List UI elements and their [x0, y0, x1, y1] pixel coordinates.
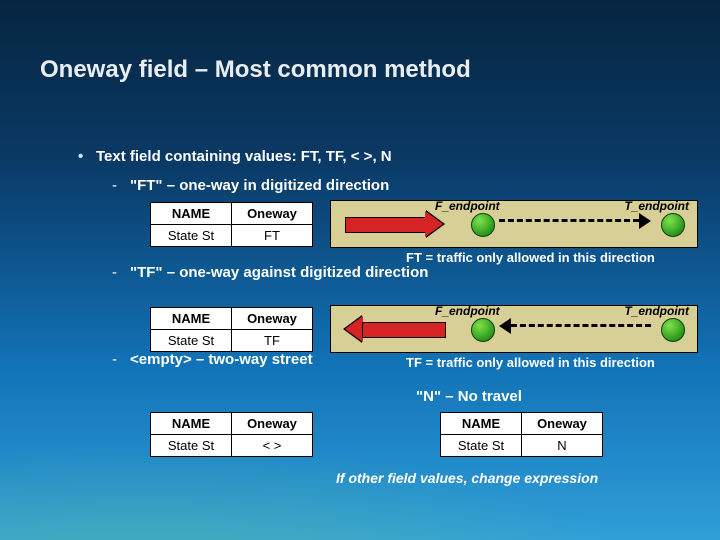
road-segment	[362, 322, 446, 338]
label-t-endpoint: T_endpoint	[624, 199, 689, 213]
table-n: NAME Oneway State St N	[440, 412, 603, 457]
diagram-tf: F_endpoint T_endpoint	[330, 305, 698, 353]
sub-bullet-tf: -"TF" – one-way against digitized direct…	[112, 264, 696, 281]
table-ft: NAME Oneway State St FT	[150, 202, 313, 247]
node-to	[661, 318, 685, 342]
triangle-left-icon	[499, 318, 511, 334]
note-tf: TF = traffic only allowed in this direct…	[406, 356, 696, 371]
main-bullet: •Text field containing values: FT, TF, <…	[78, 148, 696, 165]
sub-bullet-ft: -"FT" – one-way in digitized direction	[112, 177, 696, 194]
sub-bullet-n: "N" – No travel	[416, 388, 522, 405]
bullet-text: Text field containing values: FT, TF, < …	[96, 148, 392, 165]
triangle-right-icon	[639, 213, 651, 229]
node-to	[661, 213, 685, 237]
table-header-oneway: Oneway	[232, 203, 313, 225]
table-cell-name: State St	[151, 225, 232, 247]
table-header-name: NAME	[151, 203, 232, 225]
table-tf: NAME Oneway State St TF	[150, 307, 313, 352]
diagram-ft: F_endpoint T_endpoint	[330, 200, 698, 248]
footer-note: If other field values, change expression	[336, 470, 598, 486]
note-ft: FT = traffic only allowed in this direct…	[406, 251, 696, 266]
travel-line	[499, 219, 639, 222]
table-empty: NAME Oneway State St < >	[150, 412, 313, 457]
road-segment	[345, 217, 429, 233]
slide-title: Oneway field – Most common method	[40, 56, 471, 84]
table-cell-value: FT	[232, 225, 313, 247]
arrow-right-icon	[425, 211, 443, 237]
node-from	[471, 318, 495, 342]
arrow-left-icon	[345, 316, 363, 342]
node-from	[471, 213, 495, 237]
travel-line	[511, 324, 651, 327]
